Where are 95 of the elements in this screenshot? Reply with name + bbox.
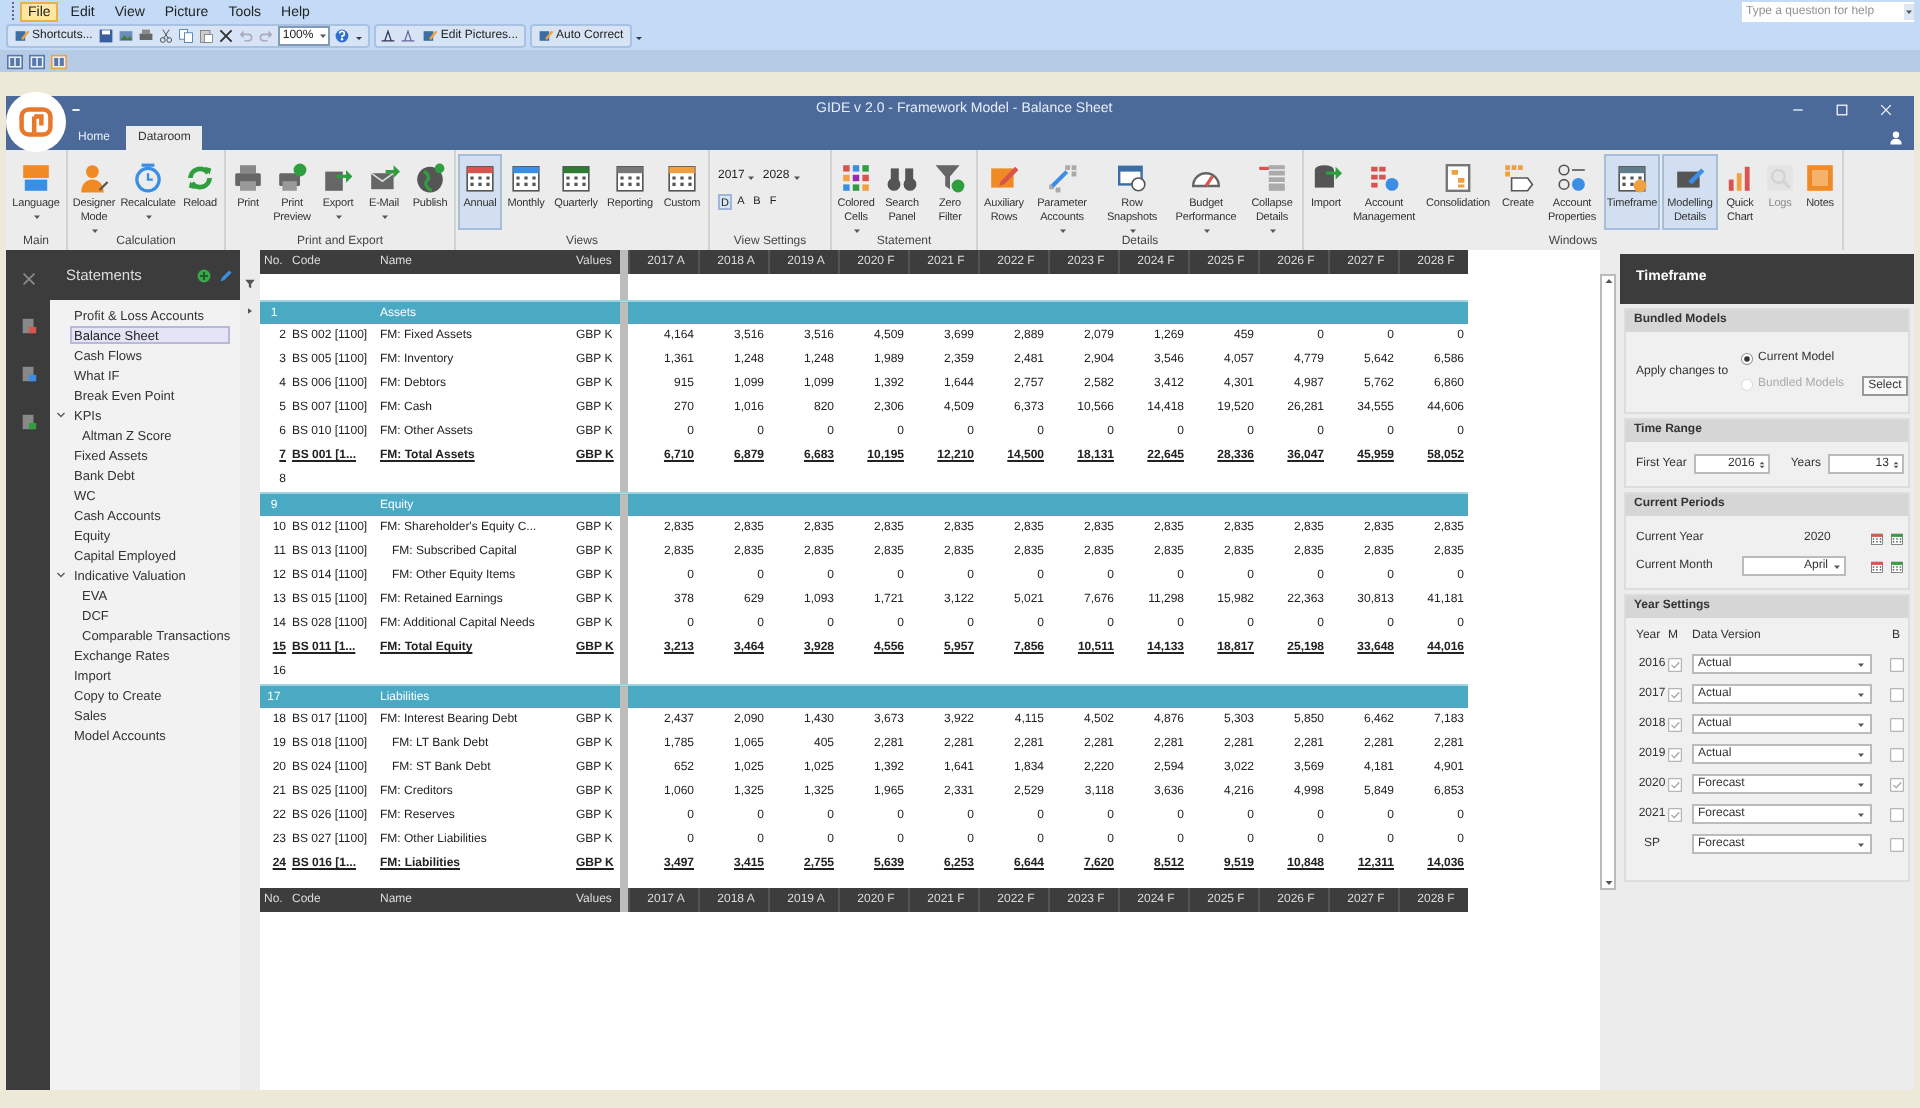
checkbox[interactable] bbox=[1668, 717, 1682, 731]
close-icon bbox=[218, 28, 235, 44]
calendar-icon bbox=[510, 162, 542, 194]
database-icon bbox=[1310, 162, 1342, 194]
note-icon bbox=[1804, 162, 1836, 194]
copy-icon bbox=[178, 28, 195, 44]
checkbox[interactable] bbox=[1890, 807, 1904, 821]
document-icon bbox=[19, 316, 37, 336]
shortcut-icon bbox=[14, 28, 30, 44]
dropdown-caret-icon bbox=[1904, 4, 1914, 20]
list-icon bbox=[1256, 162, 1288, 194]
dropdown-caret-icon bbox=[1856, 719, 1866, 729]
scissors-icon bbox=[158, 28, 175, 44]
search-icon bbox=[1764, 162, 1796, 194]
calendar-back-icon bbox=[1870, 531, 1884, 545]
spinner-arrows-icon bbox=[1892, 457, 1901, 471]
calendar-icon bbox=[464, 162, 496, 194]
window-icon bbox=[1116, 162, 1148, 194]
printer-icon bbox=[138, 28, 155, 44]
boxes-icon bbox=[1442, 162, 1474, 194]
tag-grid-icon bbox=[1502, 162, 1534, 194]
dropdown-caret-icon bbox=[791, 171, 802, 183]
grid-arrow-icon bbox=[1046, 162, 1078, 194]
person-icon bbox=[78, 162, 110, 194]
checkbox[interactable] bbox=[1668, 687, 1682, 701]
close-icon bbox=[1878, 102, 1894, 118]
checkbox[interactable] bbox=[1890, 657, 1904, 671]
calendar-icon bbox=[666, 162, 698, 194]
edit-icon bbox=[218, 267, 234, 283]
undo-icon bbox=[238, 28, 255, 44]
radio-button[interactable] bbox=[1740, 351, 1755, 365]
envelope-icon bbox=[368, 162, 400, 194]
dropdown-caret-icon bbox=[1856, 659, 1866, 669]
paste-icon bbox=[198, 28, 215, 44]
dropdown-caret-icon bbox=[746, 171, 757, 183]
close-icon bbox=[19, 270, 37, 288]
refresh-icon bbox=[184, 162, 216, 194]
checkbox[interactable] bbox=[1668, 747, 1682, 761]
filter-icon bbox=[244, 278, 256, 290]
add-icon bbox=[196, 267, 212, 283]
dropdown-caret-icon bbox=[1856, 839, 1866, 849]
dropdown-caret-icon bbox=[1856, 689, 1866, 699]
calendar-icon bbox=[614, 162, 646, 194]
quick-access-dash-icon bbox=[70, 104, 82, 116]
grid-view-icon bbox=[6, 53, 24, 69]
calendar-gear-icon bbox=[1616, 162, 1648, 194]
checkbox[interactable] bbox=[1668, 777, 1682, 791]
picture-edit-icon bbox=[422, 28, 439, 44]
picture-view-icon bbox=[50, 53, 68, 69]
auto-correct-icon bbox=[538, 28, 555, 44]
spinner-arrows-icon bbox=[1758, 457, 1767, 471]
filter-icon bbox=[934, 162, 966, 194]
checkbox[interactable] bbox=[1890, 717, 1904, 731]
print-preview-icon bbox=[276, 162, 308, 194]
maximize-icon bbox=[1834, 102, 1850, 118]
document-icon bbox=[19, 412, 37, 432]
binoculars-icon bbox=[886, 162, 918, 194]
row-indicator-icon bbox=[246, 306, 254, 316]
checkbox[interactable] bbox=[1890, 747, 1904, 761]
checkbox[interactable] bbox=[1890, 777, 1904, 791]
globe-icon bbox=[414, 162, 446, 194]
picture-icon bbox=[118, 28, 135, 44]
checkbox[interactable] bbox=[1890, 687, 1904, 701]
logo-icon bbox=[16, 104, 56, 140]
edit-icon bbox=[988, 162, 1020, 194]
bar-chart-icon bbox=[1724, 162, 1756, 194]
calendar-forward-icon bbox=[1890, 559, 1904, 573]
grid-view-icon bbox=[28, 53, 46, 69]
calendar-forward-icon bbox=[1890, 531, 1904, 545]
grid-gear-icon bbox=[1368, 162, 1400, 194]
calendar-icon bbox=[560, 162, 592, 194]
printer-icon bbox=[232, 162, 264, 194]
app-logo[interactable] bbox=[6, 92, 66, 152]
scroll-up-icon bbox=[1603, 276, 1613, 286]
dropdown-caret-icon bbox=[1856, 779, 1866, 789]
calendar-back-icon bbox=[1870, 559, 1884, 573]
checkbox[interactable] bbox=[1890, 837, 1904, 851]
contrast-icon bbox=[400, 28, 417, 44]
help-icon bbox=[334, 28, 351, 44]
scrollbar[interactable] bbox=[1600, 274, 1616, 890]
dropdown-caret-icon bbox=[1832, 561, 1842, 571]
flag-icon bbox=[20, 162, 52, 194]
save-icon bbox=[98, 28, 115, 44]
dropdown-caret-icon bbox=[1856, 809, 1866, 819]
gear-icon bbox=[1556, 162, 1588, 194]
brightness-icon bbox=[380, 28, 397, 44]
user-icon bbox=[1888, 130, 1904, 146]
dropdown-caret-icon bbox=[1856, 749, 1866, 759]
scroll-down-icon bbox=[1603, 878, 1613, 888]
checkbox[interactable] bbox=[1668, 807, 1682, 821]
document-icon bbox=[19, 364, 37, 384]
color-grid-icon bbox=[840, 162, 872, 194]
redo-icon bbox=[258, 28, 275, 44]
clock-icon bbox=[132, 162, 164, 194]
checkbox[interactable] bbox=[1668, 657, 1682, 671]
